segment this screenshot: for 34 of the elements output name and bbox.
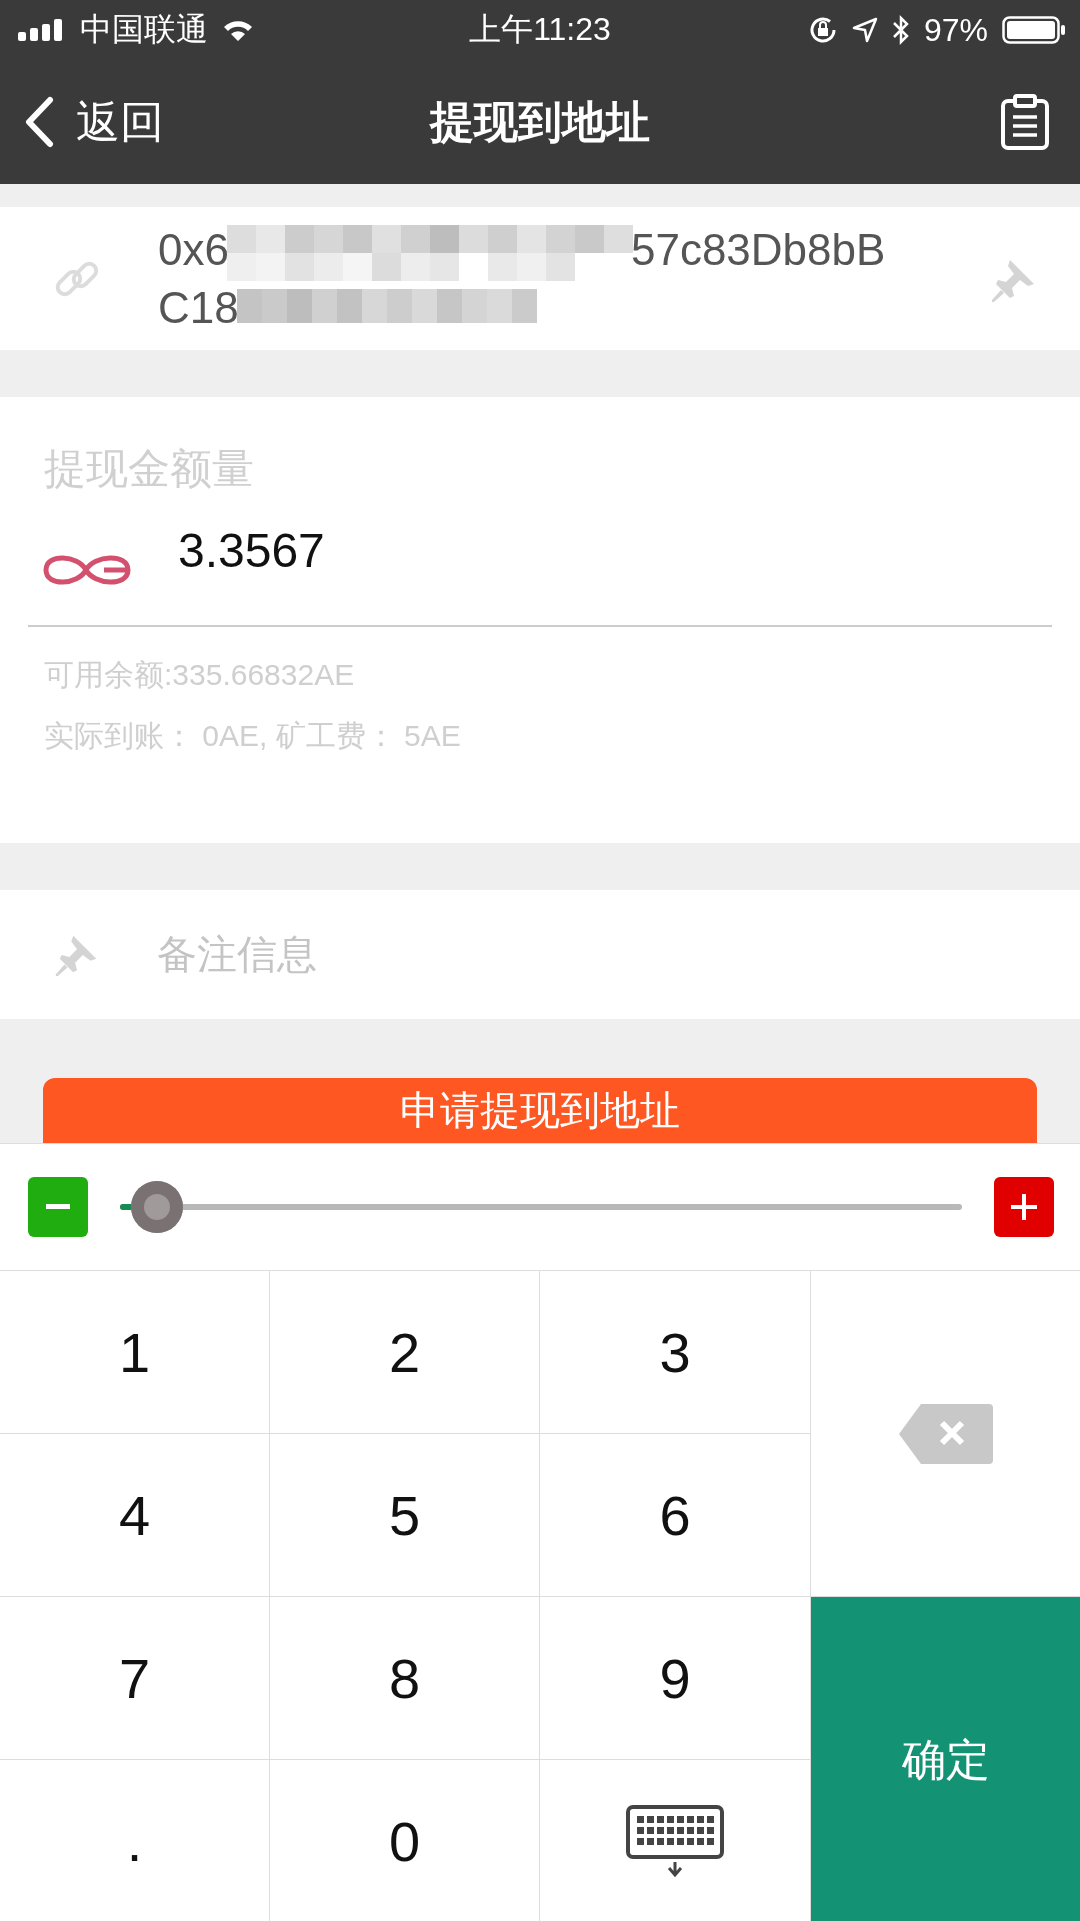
confirm-key[interactable]: 确定 xyxy=(811,1597,1080,1921)
minus-icon xyxy=(46,1204,70,1210)
plus-button[interactable] xyxy=(994,1177,1054,1237)
slider-thumb[interactable] xyxy=(130,1181,183,1233)
location-arrow-icon xyxy=(851,17,878,43)
back-chevron-icon xyxy=(24,96,54,148)
battery-percent: 97% xyxy=(923,11,988,49)
address-text: C18 xyxy=(158,281,239,334)
address-text: 0x6 xyxy=(158,223,229,276)
status-time: 上午11:23 xyxy=(469,10,611,49)
digit-key[interactable]: 9 xyxy=(540,1597,811,1760)
digit-key[interactable]: 6 xyxy=(540,1434,811,1597)
digit-key[interactable]: 3 xyxy=(540,1271,811,1434)
minus-button[interactable] xyxy=(28,1177,88,1237)
digit-key[interactable]: 7 xyxy=(0,1597,270,1760)
clipboard-icon[interactable] xyxy=(1000,93,1050,151)
wifi-icon xyxy=(222,18,254,42)
amount-input[interactable]: 3.3567 xyxy=(178,522,778,578)
digit-key[interactable]: 2 xyxy=(270,1271,540,1434)
digit-key[interactable]: 5 xyxy=(270,1434,540,1597)
back-button[interactable]: 返回 xyxy=(24,92,164,152)
digit-key[interactable]: 1 xyxy=(0,1271,270,1434)
plus-icon xyxy=(1011,1194,1037,1220)
backspace-icon xyxy=(898,1401,993,1466)
address-text: 57c83Db8bB xyxy=(630,223,886,276)
battery-icon xyxy=(1002,16,1066,44)
digit-key[interactable]: 8 xyxy=(270,1597,540,1760)
memo-input[interactable]: 备注信息 xyxy=(0,890,1080,1019)
rotation-lock-icon xyxy=(807,15,838,45)
bluetooth-icon xyxy=(891,15,910,45)
carrier-name: 中国联通 xyxy=(80,10,208,49)
digit-key[interactable]: 4 xyxy=(0,1434,270,1597)
page-title: 提现到地址 xyxy=(430,95,650,148)
keyboard-hide-icon xyxy=(625,1804,725,1878)
